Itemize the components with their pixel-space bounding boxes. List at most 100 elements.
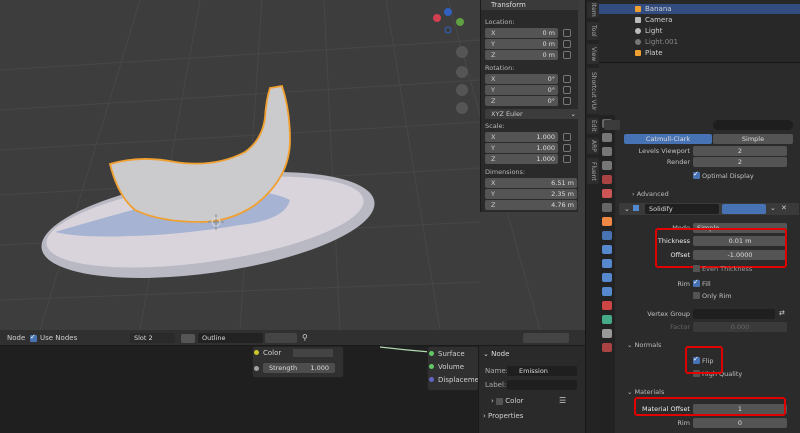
normals-section[interactable]: ⌄ Normals xyxy=(627,341,661,349)
output-tab-icon[interactable] xyxy=(602,147,612,156)
node-label-field[interactable] xyxy=(507,380,577,390)
outliner-item[interactable]: Light.001 xyxy=(599,37,800,47)
dimensions-x-field[interactable]: X 6.51 m xyxy=(485,178,577,188)
close-icon[interactable]: ✕ xyxy=(781,204,787,212)
volume-socket[interactable] xyxy=(429,364,434,369)
tab-edit[interactable]: Edit xyxy=(587,118,599,134)
optimal-display-checkbox[interactable] xyxy=(693,170,700,179)
surface-socket[interactable] xyxy=(429,351,434,356)
rotation-z-field[interactable]: Z 0° xyxy=(485,96,558,106)
color-swatch[interactable] xyxy=(293,349,333,357)
lock-icon[interactable] xyxy=(563,144,571,152)
node-name-field[interactable]: Emission xyxy=(507,366,577,376)
lock-icon[interactable] xyxy=(563,40,571,48)
lock-icon[interactable] xyxy=(563,51,571,59)
checker-icon[interactable] xyxy=(602,329,612,338)
slot-select[interactable]: Slot 2 xyxy=(130,333,175,343)
levels-viewport-field[interactable]: 2 xyxy=(693,146,787,156)
chevron-right-icon: › xyxy=(491,397,494,405)
tab-arp[interactable]: ARP xyxy=(587,138,599,154)
chevron-down-icon[interactable]: ⌄ xyxy=(624,205,630,213)
strength-socket[interactable] xyxy=(254,366,259,371)
dimensions-z-field[interactable]: Z 4.76 m xyxy=(485,200,577,210)
outliner-item[interactable]: Camera xyxy=(599,15,800,25)
extra-tab-icon[interactable] xyxy=(602,343,612,352)
simple-tab[interactable]: Simple xyxy=(713,134,793,144)
factor-field[interactable]: 0.000 xyxy=(693,322,787,332)
texture-tab-icon[interactable] xyxy=(602,315,612,324)
list-icon[interactable]: ☰ xyxy=(559,396,566,405)
editor-type-icon[interactable] xyxy=(604,120,620,130)
collection-tab-icon[interactable] xyxy=(602,203,612,212)
search-input[interactable] xyxy=(713,120,793,130)
outliner-item[interactable]: Plate xyxy=(599,48,800,58)
catmull-clark-tab[interactable]: Catmull-Clark xyxy=(624,134,712,144)
color-socket[interactable] xyxy=(254,350,259,355)
material-tab-icon[interactable] xyxy=(602,301,612,310)
color-checkbox[interactable] xyxy=(496,397,504,405)
physics-tab-icon[interactable] xyxy=(602,259,612,268)
lock-icon[interactable] xyxy=(563,155,571,163)
only-rim-checkbox[interactable] xyxy=(693,292,700,299)
strength-field[interactable]: Strength 1.000 xyxy=(263,363,335,373)
material-actions[interactable] xyxy=(265,333,297,343)
location-x-field[interactable]: X 0 m xyxy=(485,28,558,38)
rotation-x-field[interactable]: X 0° xyxy=(485,74,558,84)
tab-tool[interactable]: Tool xyxy=(587,22,599,40)
overlay-buttons[interactable] xyxy=(523,333,569,343)
tab-shortcut[interactable]: Shortcut VUr xyxy=(587,68,599,114)
lock-icon[interactable] xyxy=(563,133,571,141)
constraints-tab-icon[interactable] xyxy=(602,273,612,282)
particles-tab-icon[interactable] xyxy=(602,245,612,254)
even-thickness-checkbox[interactable] xyxy=(693,265,700,272)
advanced-section[interactable]: › Advanced xyxy=(632,190,669,198)
lock-icon[interactable] xyxy=(563,97,571,105)
data-tab-icon[interactable] xyxy=(602,287,612,296)
properties-section[interactable]: › Properties xyxy=(483,412,523,420)
scale-x-field[interactable]: X 1.000 xyxy=(485,132,558,142)
outliner-item[interactable]: Banana xyxy=(599,4,800,14)
node-panel-header[interactable]: ⌄ Node xyxy=(483,350,509,358)
location-y-field[interactable]: Y 0 m xyxy=(485,39,558,49)
lock-icon[interactable] xyxy=(563,86,571,94)
material-name-field[interactable]: Outline xyxy=(198,333,263,343)
rim-material-field[interactable]: 0 xyxy=(693,418,787,428)
chevron-down-icon[interactable]: ⌄ xyxy=(770,204,776,212)
fill-checkbox[interactable] xyxy=(693,278,700,287)
tab-item[interactable]: Item xyxy=(587,2,599,18)
material-output-node[interactable]: Surface Volume Displacement xyxy=(427,346,486,391)
color-section[interactable]: › Color xyxy=(491,397,524,405)
label-label: Label: xyxy=(485,381,507,389)
wrench-icon[interactable] xyxy=(602,231,612,240)
material-sphere-icon[interactable] xyxy=(181,334,195,343)
modifier-visibility-toggles[interactable] xyxy=(722,204,766,214)
name-label: Name: xyxy=(485,367,509,375)
modifier-name-field[interactable]: Solidify xyxy=(645,204,719,214)
view-layer-tab-icon[interactable] xyxy=(602,161,612,170)
tab-view[interactable]: View xyxy=(587,44,599,64)
displacement-socket[interactable] xyxy=(429,377,434,382)
dimensions-y-field[interactable]: Y 2.35 m xyxy=(485,189,577,199)
scale-y-field[interactable]: Y 1.000 xyxy=(485,143,558,153)
scale-z-field[interactable]: Z 1.000 xyxy=(485,154,558,164)
lock-icon[interactable] xyxy=(563,75,571,83)
emission-node[interactable]: Color Strength 1.000 xyxy=(252,346,344,378)
tab-fluent[interactable]: Fluent xyxy=(587,158,599,184)
pin-icon[interactable]: ⚲ xyxy=(302,333,308,342)
scene-tab-icon[interactable] xyxy=(602,175,612,184)
object-tab-icon[interactable] xyxy=(602,217,612,226)
render-levels-field[interactable]: 2 xyxy=(693,157,787,167)
use-nodes-checkbox[interactable] xyxy=(30,333,37,342)
rotation-y-field[interactable]: Y 0° xyxy=(485,85,558,95)
lock-icon[interactable] xyxy=(563,29,571,37)
vertex-group-field[interactable] xyxy=(693,309,775,319)
render-tab-icon[interactable] xyxy=(602,133,612,142)
materials-section[interactable]: ⌄ Materials xyxy=(627,388,664,396)
rotation-mode-select[interactable]: XYZ Euler ⌄ xyxy=(485,109,579,119)
location-z-field[interactable]: Z 0 m xyxy=(485,50,558,60)
node-menu[interactable]: Node xyxy=(7,334,25,342)
swap-icon[interactable]: ⇄ xyxy=(779,309,785,317)
mesh-icon xyxy=(635,50,641,56)
outliner-item[interactable]: Light xyxy=(599,26,800,36)
world-tab-icon[interactable] xyxy=(602,189,612,198)
